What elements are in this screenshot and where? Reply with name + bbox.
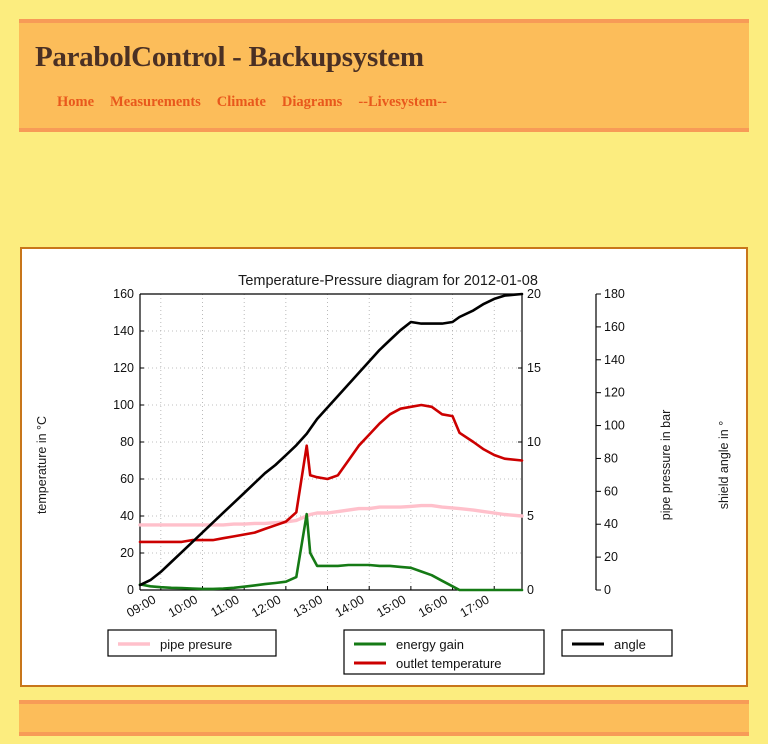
svg-text:outlet temperature: outlet temperature	[396, 656, 502, 671]
svg-text:160: 160	[113, 287, 134, 301]
site-footer	[19, 700, 749, 736]
svg-text:80: 80	[604, 451, 618, 465]
svg-text:0: 0	[127, 583, 134, 597]
svg-text:140: 140	[604, 353, 625, 367]
svg-text:60: 60	[604, 484, 618, 498]
temperature-pressure-chart: Temperature-Pressure diagram for 2012-01…	[22, 249, 746, 685]
svg-text:pipe presure: pipe presure	[160, 637, 232, 652]
chart-panel: Temperature-Pressure diagram for 2012-01…	[20, 247, 748, 687]
svg-text:5: 5	[527, 509, 534, 523]
y2-axis-label: pipe pressure in bar	[659, 410, 673, 520]
svg-text:60: 60	[120, 472, 134, 486]
nav-item-diagrams[interactable]: Diagrams	[282, 94, 342, 110]
svg-text:15: 15	[527, 361, 541, 375]
svg-text:20: 20	[604, 550, 618, 564]
site-header: ParabolControl - Backupsystem Home Measur…	[19, 19, 749, 132]
nav-item-climate[interactable]: Climate	[217, 94, 266, 110]
svg-text:40: 40	[120, 509, 134, 523]
nav-item-home[interactable]: Home	[57, 94, 94, 110]
svg-text:180: 180	[604, 287, 625, 301]
svg-text:10: 10	[527, 435, 541, 449]
svg-text:160: 160	[604, 320, 625, 334]
svg-text:20: 20	[527, 287, 541, 301]
svg-text:100: 100	[113, 398, 134, 412]
svg-text:120: 120	[113, 361, 134, 375]
page-title: ParabolControl - Backupsystem	[35, 41, 424, 74]
nav-item-livesystem[interactable]: --Livesystem--	[358, 94, 447, 110]
svg-text:0: 0	[604, 583, 611, 597]
chart-title: Temperature-Pressure diagram for 2012-01…	[238, 273, 538, 289]
svg-text:40: 40	[604, 517, 618, 531]
y3-axis-label: shield angle in °	[717, 421, 731, 509]
svg-text:140: 140	[113, 324, 134, 338]
svg-text:angle: angle	[614, 637, 646, 652]
nav-item-measurements[interactable]: Measurements	[110, 94, 201, 110]
svg-text:20: 20	[120, 546, 134, 560]
svg-text:120: 120	[604, 386, 625, 400]
svg-text:energy gain: energy gain	[396, 637, 464, 652]
svg-text:0: 0	[527, 583, 534, 597]
main-navigation: Home Measurements Climate Diagrams --Livesys…	[57, 93, 447, 111]
y-axis-label: temperature in °C	[35, 416, 49, 514]
svg-text:100: 100	[604, 419, 625, 433]
query-form: Date: Graph type: Temp-Pressure ▼ Show	[0, 160, 768, 230]
svg-text:80: 80	[120, 435, 134, 449]
